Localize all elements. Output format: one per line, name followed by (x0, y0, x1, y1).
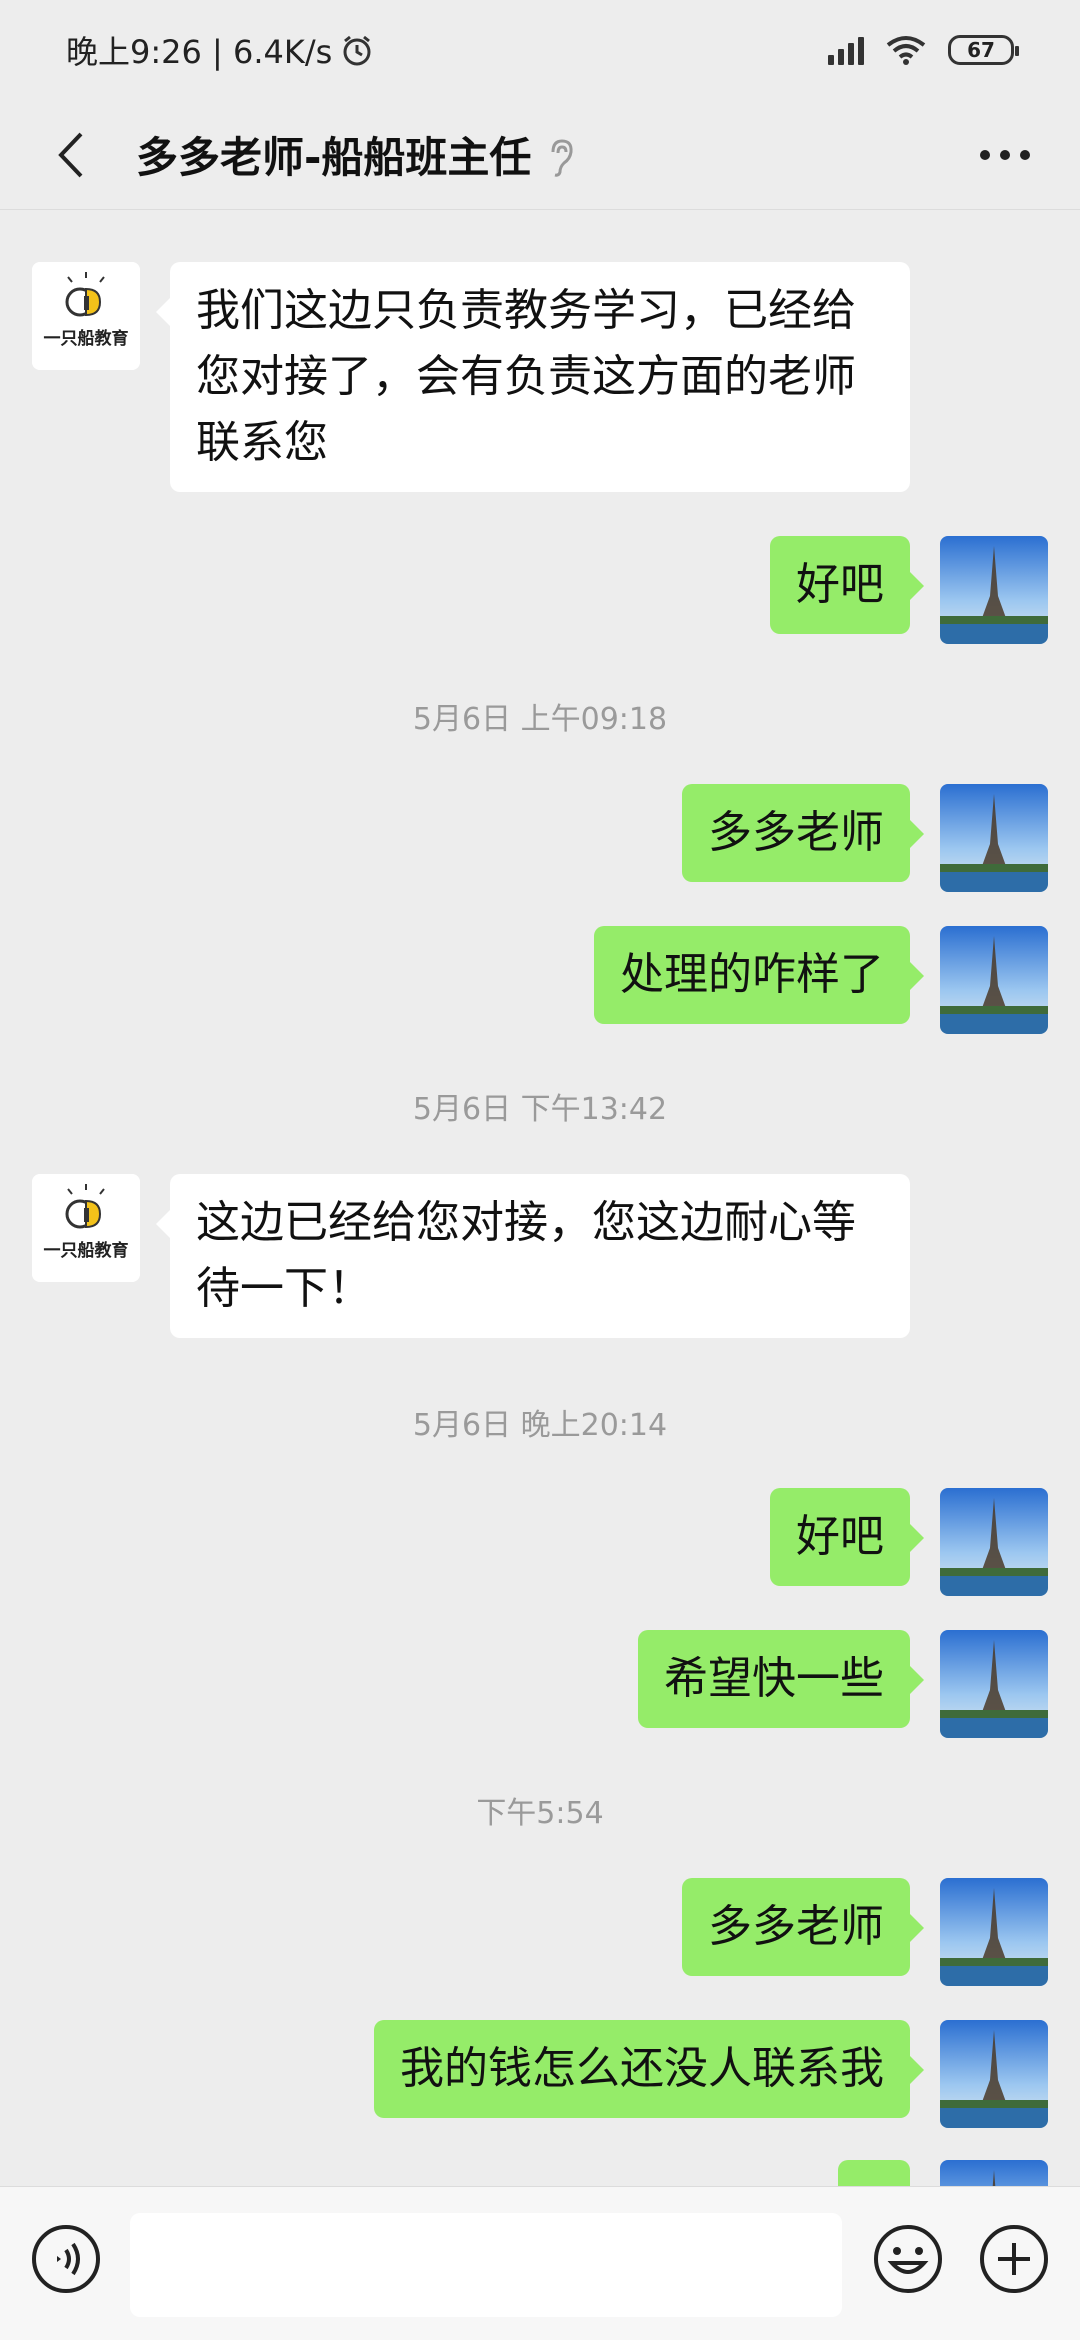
input-bar (0, 2186, 1080, 2340)
logo-text: 一只船教育 (43, 329, 129, 349)
message-bubble[interactable] (838, 2160, 910, 2186)
school-logo-icon (32, 1174, 140, 1282)
voice-button[interactable] (30, 2223, 102, 2295)
plus-icon (980, 2225, 1048, 2293)
more-dot (1020, 149, 1030, 160)
signal-icon (828, 35, 864, 65)
user-avatar[interactable] (940, 1488, 1048, 1596)
timestamp: 下午5:54 (476, 1796, 604, 1831)
status-left: 晚上9:26 | 6.4K/s (66, 27, 374, 73)
message-bubble[interactable]: 这边已经给您对接，您这边耐心等待一下！ (156, 1174, 910, 1338)
status-right: 67 (828, 35, 1019, 65)
back-button[interactable] (40, 125, 100, 185)
more-button[interactable] (970, 140, 1040, 170)
user-avatar[interactable] (940, 1878, 1048, 1986)
school-logo-icon (32, 262, 140, 370)
user-avatar[interactable] (940, 2020, 1048, 2128)
user-avatar[interactable] (940, 784, 1048, 892)
back-arrow-icon (58, 132, 83, 177)
user-avatar[interactable] (940, 2160, 1048, 2186)
battery-level: 67 (967, 38, 995, 62)
message-bubble[interactable]: 多多老师 (682, 1878, 924, 1976)
user-avatar[interactable] (940, 926, 1048, 1034)
timestamp: 5月6日 晚上20:14 (412, 1408, 668, 1443)
message-bubble[interactable]: 希望快一些 (638, 1630, 924, 1728)
logo-text: 一只船教育 (43, 1241, 129, 1261)
status-bar: 晚上9:26 | 6.4K/s 67 (0, 0, 1080, 100)
emoji-button[interactable] (872, 2223, 944, 2295)
voice-icon (32, 2225, 100, 2293)
user-avatar[interactable] (940, 1630, 1048, 1738)
user-avatar[interactable] (940, 536, 1048, 644)
more-dot (1000, 149, 1010, 160)
message-bubble[interactable]: 我的钱怎么还没人联系我 (374, 2020, 924, 2118)
chat-title: 多多老师-船船班主任 (136, 133, 532, 182)
plus-button[interactable] (978, 2223, 1050, 2295)
status-time: 晚上9:26 | 6.4K/s (66, 33, 333, 71)
more-dot (980, 149, 990, 160)
timestamp: 5月6日 下午13:42 (412, 1092, 668, 1127)
alarm-icon (343, 35, 371, 66)
ear-icon (551, 138, 574, 177)
message-bubble[interactable]: 多多老师 (682, 784, 924, 882)
contact-avatar[interactable]: 一只船教育 (32, 262, 140, 370)
chat-header: 多多老师-船船班主任 (0, 100, 1080, 210)
message-bubble[interactable]: 好吧 (770, 1488, 924, 1586)
timestamp: 5月6日 上午09:18 (412, 702, 668, 737)
message-bubble[interactable]: 我们这边只负责教务学习，已经给您对接了，会有负责这方面的老师联系您 (156, 262, 910, 492)
message-bubble[interactable]: 处理的咋样了 (594, 926, 924, 1024)
emoji-icon (874, 2225, 942, 2293)
message-bubble[interactable]: 好吧 (770, 536, 924, 634)
message-input[interactable] (130, 2213, 842, 2317)
wifi-icon (886, 36, 926, 65)
battery-icon: 67 (948, 35, 1019, 65)
contact-avatar[interactable]: 一只船教育 (32, 1174, 140, 1282)
chat-area[interactable]: 一只船教育 我们这边只负责教务学习，已经给您对接了，会有负责这方面的老师联系您 … (0, 210, 1080, 2186)
